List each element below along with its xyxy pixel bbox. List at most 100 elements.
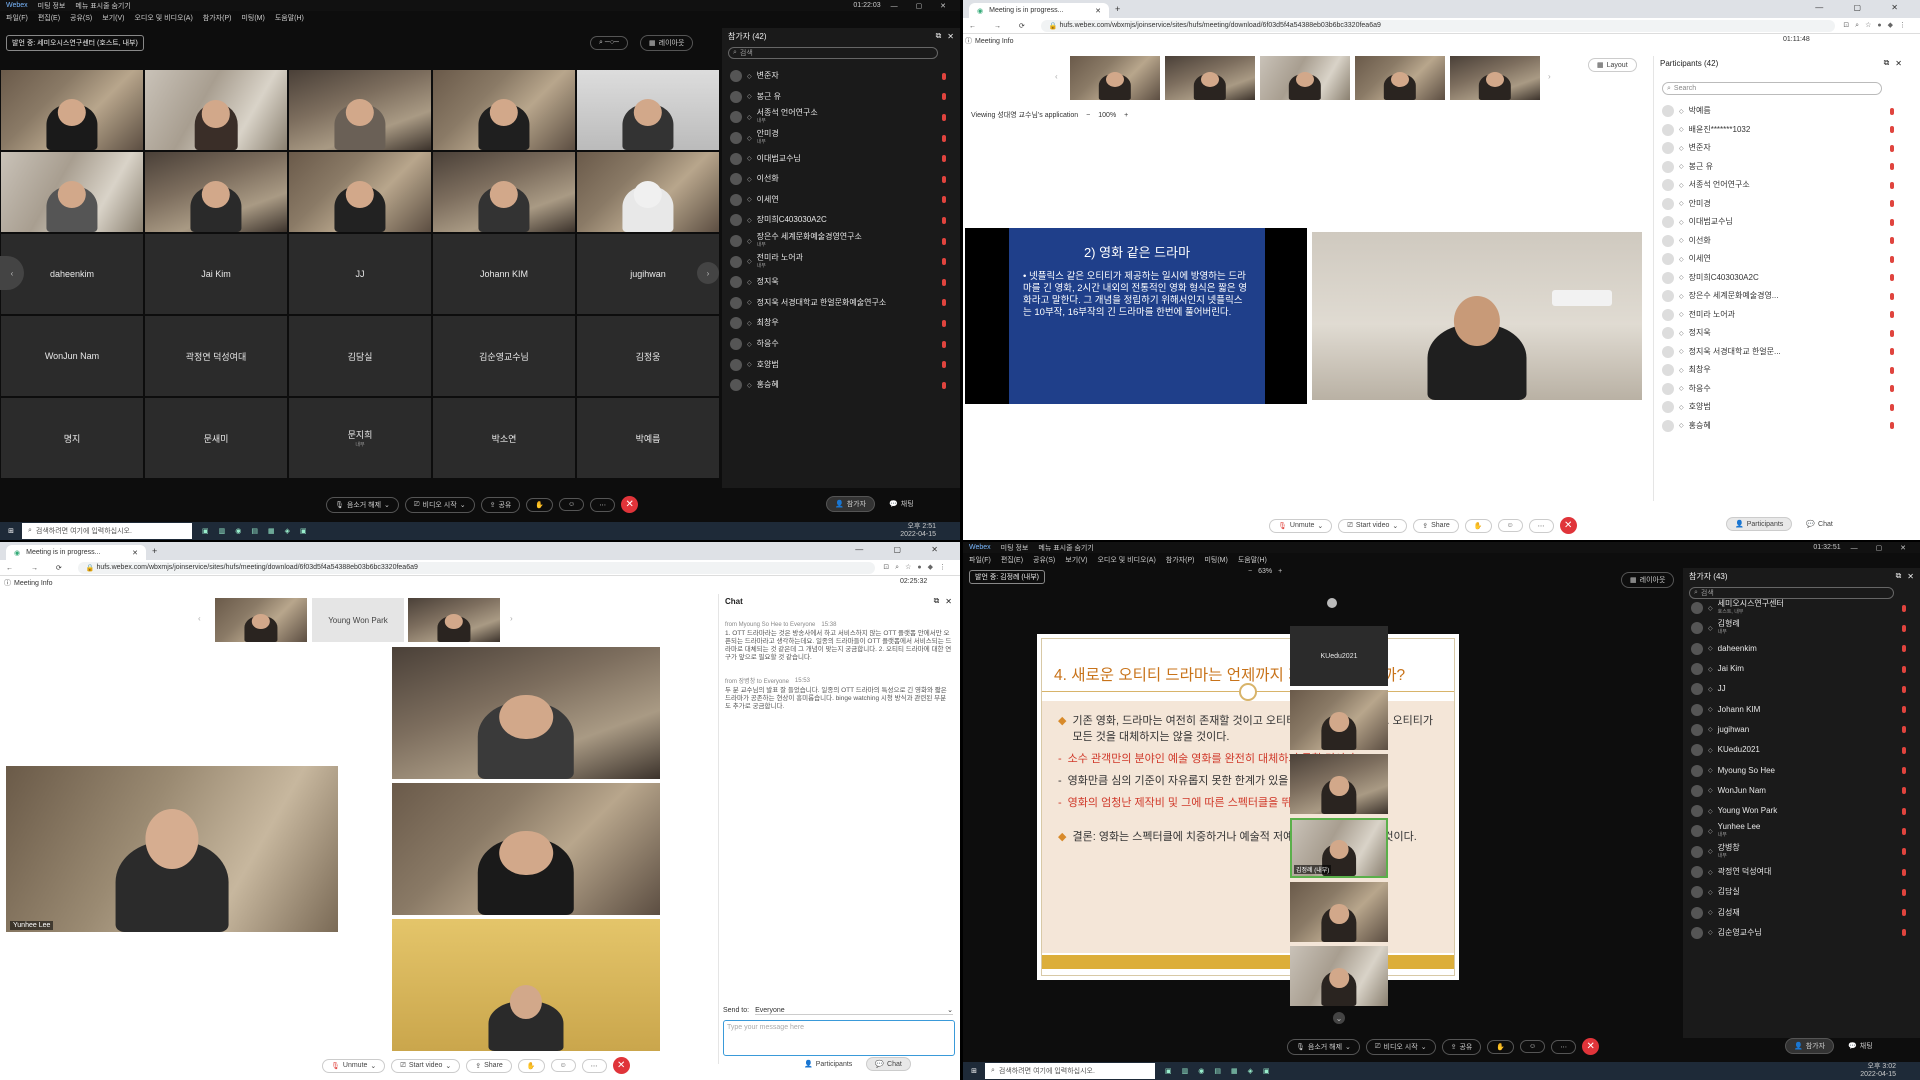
name-tile[interactable]: KUedu2021 [1290,626,1388,686]
name-tile[interactable]: 문새미 [145,398,287,478]
leave-meeting-button[interactable]: ✕ [1582,1038,1600,1055]
participant-row[interactable]: ◇ KUedu2021 [1683,740,1920,760]
start-video-button[interactable]: ⎚ 비디오 시작 ⌄ [1365,1038,1436,1055]
close-icon[interactable]: ✕ [1907,572,1914,581]
chat-button[interactable]: 💬 채팅 [1840,1039,1881,1053]
reaction-button[interactable]: ☺ [550,1059,576,1072]
nav-buttons[interactable]: ← → ⟳ [963,22,1033,30]
participant-row[interactable]: ◇ 강병창 내부 [1683,842,1920,862]
name-tile[interactable]: 김순영교수님 [433,316,575,396]
video-thumbnail[interactable] [1260,56,1350,100]
active-speaker-video[interactable]: Yunhee Lee [6,766,338,932]
video-tile[interactable] [145,70,287,150]
chat-button[interactable]: 💬 Chat [1798,518,1841,530]
participant-row[interactable]: ◇ 장은수 세계문화예술경영연구소 내부 [722,231,960,252]
participant-row[interactable]: ◇ 이대범교수님 [722,148,960,169]
participant-row[interactable]: ◇ WonJun Nam [1683,781,1920,801]
start-video-button[interactable]: ⎚ Start video ⌄ [391,1058,461,1073]
participant-row[interactable]: ◇ 홍승혜 [722,375,960,396]
menu-file[interactable]: 파일(F) [6,13,28,23]
participants-button[interactable]: 👤 참가자 [1785,1038,1835,1054]
menu-view[interactable]: 보기(V) [102,13,124,23]
hand-button[interactable]: ✋ [1464,518,1492,533]
participant-row[interactable]: ◇ 이세연 [722,190,960,211]
hide-menu-bar[interactable]: 메뉴 표시줄 숨기기 [75,1,130,11]
participant-row[interactable]: ◇ 장미희C403030A2C [1654,269,1908,288]
participant-row[interactable]: ◇ 정지욱 [722,272,960,293]
taskbar-search-input[interactable]: ⌕ 검색하려면 여기에 입력하십시오. [22,523,192,539]
zoom-out-icon[interactable]: − [1248,568,1252,575]
participant-row[interactable]: ◇ 안미경 [1654,195,1908,214]
menu-meeting[interactable]: 미팅(M) [241,13,264,23]
menu-edit[interactable]: 편집(E) [1001,555,1023,565]
participant-row[interactable]: ◇ 변준자 [1654,139,1908,158]
leave-meeting-button[interactable]: ✕ [621,496,639,513]
participant-row[interactable]: ◇ 정지욱 [1654,324,1908,343]
zoom-out-icon[interactable]: − [1086,112,1090,119]
new-tab-icon[interactable]: + [1115,4,1120,14]
active-speaker-video[interactable] [1312,232,1642,400]
video-tile[interactable] [1290,754,1388,814]
chat-message-input[interactable]: Type your message here [723,1020,955,1056]
more-button[interactable]: ⋯ [1551,1039,1577,1054]
participant-row[interactable]: ◇ 김담실 [1683,882,1920,902]
grid-next-button[interactable]: › [697,262,719,284]
unmute-button[interactable]: 🎙 음소거 해제 ⌄ [1287,1038,1360,1055]
taskbar-app-icons[interactable]: ▣▥◉▤▦◈▣ [202,527,317,535]
layout-button[interactable]: ▦ Layout [1588,58,1637,72]
participant-row[interactable]: ◇ 곽정연 덕성여대 [1683,862,1920,882]
chat-button[interactable]: 💬 Chat [866,1057,911,1071]
participant-row[interactable]: ◇ 정지욱 서경대학교 한얼문... [1654,343,1908,362]
participant-row[interactable]: ◇ 김형례 내부 [1683,618,1920,638]
name-tile[interactable]: 곽정연 덕성여대 [145,316,287,396]
leave-meeting-button[interactable]: ✕ [612,1057,630,1074]
name-tile[interactable]: 박소연 [433,398,575,478]
participant-row[interactable]: ◇ 홍승혜 [1654,417,1908,436]
close-icon[interactable]: ✕ [1895,59,1902,68]
participant-row[interactable]: ◇ 호양범 [722,354,960,375]
participant-row[interactable]: ◇ 장미희C403030A2C [722,210,960,231]
share-button[interactable]: ⇪ Share [466,1058,512,1073]
layout-button[interactable]: ▦ 레이아웃 [1621,572,1675,588]
unmute-button[interactable]: 🎙 Unmute ⌄ [1269,518,1333,533]
name-tile[interactable]: JJ [289,234,431,314]
name-tile[interactable]: Jai Kim [145,234,287,314]
start-video-button[interactable]: ⎚ Start video ⌄ [1338,518,1408,533]
participant-row[interactable]: ◇ 봉근 유 [722,87,960,108]
video-thumbnail[interactable] [215,598,307,642]
popout-icon[interactable]: ⧉ [934,596,940,606]
close-icon[interactable]: ✕ [947,32,954,41]
zoom-slider[interactable]: ⌕ ─○─ [590,36,629,50]
address-bar[interactable]: 🔒 hufs.webex.com/wbxmjs/joinservice/site… [1040,19,1836,32]
participants-button[interactable]: 👤 Participants [1726,517,1793,531]
chevron-left-icon[interactable]: ‹ [1055,72,1058,81]
windows-start-icon[interactable]: ⊞ [963,1067,985,1075]
participant-row[interactable]: ◇ Yunhee Lee 내부 [1683,821,1920,841]
participant-row[interactable]: ◇ 최창우 [1654,361,1908,380]
name-tile[interactable]: 명지 [1,398,143,478]
participant-row[interactable]: ◇ 이선화 [1654,232,1908,251]
participant-row[interactable]: ◇ Johann KIM [1683,699,1920,719]
menu-view[interactable]: 보기(V) [1065,555,1087,565]
name-tile[interactable]: WonJun Nam [1,316,143,396]
video-tile[interactable] [577,70,719,150]
participants-button[interactable]: 👤 Participants [796,1058,861,1070]
participant-row[interactable]: ◇ 김순영교수님 [1683,923,1920,943]
meeting-info-button[interactable]: ⓘ Meeting Info [965,36,1014,46]
window-controls[interactable]: — ▢ ✕ [855,545,952,554]
participant-row[interactable]: ◇ 김성재 [1683,902,1920,922]
participant-row[interactable]: ◇ jugihwan [1683,720,1920,740]
menu-participants[interactable]: 참가자(P) [203,13,232,23]
windows-start-icon[interactable]: ⊞ [0,527,22,535]
video-tile[interactable] [289,70,431,150]
video-thumbnail-name[interactable]: Young Won Park [312,598,404,642]
leave-meeting-button[interactable]: ✕ [1559,517,1577,534]
nav-buttons[interactable]: ← → ⟳ [0,564,70,572]
hand-button[interactable]: ✋ [1487,1039,1515,1054]
address-bar[interactable]: 🔒 hufs.webex.com/wbxmjs/joinservice/site… [77,561,876,574]
participant-row[interactable]: ◇ Myoung So Hee [1683,760,1920,780]
window-controls[interactable]: — ▢ ✕ [1851,544,1914,552]
meeting-info-button[interactable]: ⓘ Meeting Info [4,578,53,588]
reaction-button[interactable]: ☺ [1520,1040,1546,1053]
video-tile[interactable] [392,919,660,1051]
